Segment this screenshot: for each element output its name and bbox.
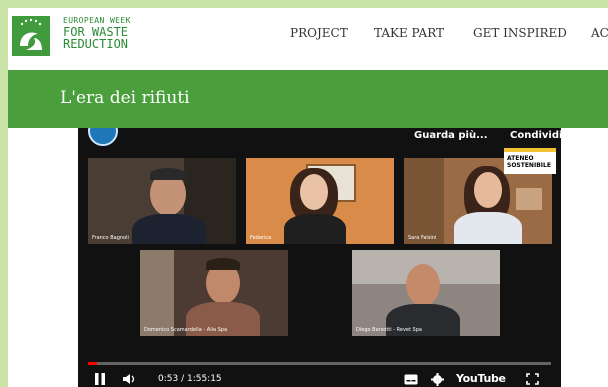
video-tile-domenico: Domenico Scamardella - Alia Spa [140,250,288,336]
nav-take-part[interactable]: TAKE PART [374,26,444,40]
progress-fill [88,362,98,365]
fullscreen-icon[interactable] [526,373,539,387]
progress-bar[interactable] [88,362,551,365]
share-button[interactable]: Condividi [510,130,561,141]
video-tile-franco: Franco Bagnoli [88,158,236,244]
site-header: EUROPEAN WEEK FOR WASTE REDUCTION PROJEC… [8,8,608,70]
participant-name: Domenico Scamardella - Alia Spa [144,327,228,333]
video-player[interactable]: Franco Bagnoli Federica Sara Falsini ATE… [78,128,561,387]
nav-get-inspired[interactable]: GET INSPIRED [473,26,567,40]
nav-project[interactable]: PROJECT [290,26,348,40]
nav-about[interactable]: AC [591,26,608,40]
page-title: L'era dei rifiuti [60,88,190,108]
logo-line-3: REDUCTION [63,37,129,51]
badge-line-1: ATENEO [507,155,534,162]
subtitles-icon[interactable] [404,374,418,387]
pause-icon[interactable] [94,372,106,387]
title-band: L'era dei rifiuti [8,70,608,128]
participant-name: Sara Falsini [408,235,437,241]
volume-icon[interactable] [122,373,136,387]
participant-name: Federica [250,235,272,241]
video-tile-diego: Diego Barsotti - Revet Spa [352,250,500,336]
channel-avatar[interactable] [88,128,118,146]
logo-text[interactable]: EUROPEAN WEEK FOR WASTE REDUCTION [63,16,131,50]
participant-name: Diego Barsotti - Revet Spa [356,327,422,333]
youtube-logo[interactable]: YouTube [456,372,506,385]
page-frame: EUROPEAN WEEK FOR WASTE REDUCTION PROJEC… [8,8,608,387]
settings-gear-icon[interactable] [431,373,444,387]
time-display: 0:53 / 1:55:15 [158,374,222,384]
ateneo-sostenibile-badge: ATENEO SOSTENIBILE [504,148,556,174]
participant-name: Franco Bagnoli [92,235,129,241]
watch-more-button[interactable]: Guarda più... [414,130,488,141]
video-tile-federica: Federica [246,158,394,244]
badge-line-2: SOSTENIBILE [507,162,551,169]
ewwr-logo-icon[interactable] [12,16,50,56]
